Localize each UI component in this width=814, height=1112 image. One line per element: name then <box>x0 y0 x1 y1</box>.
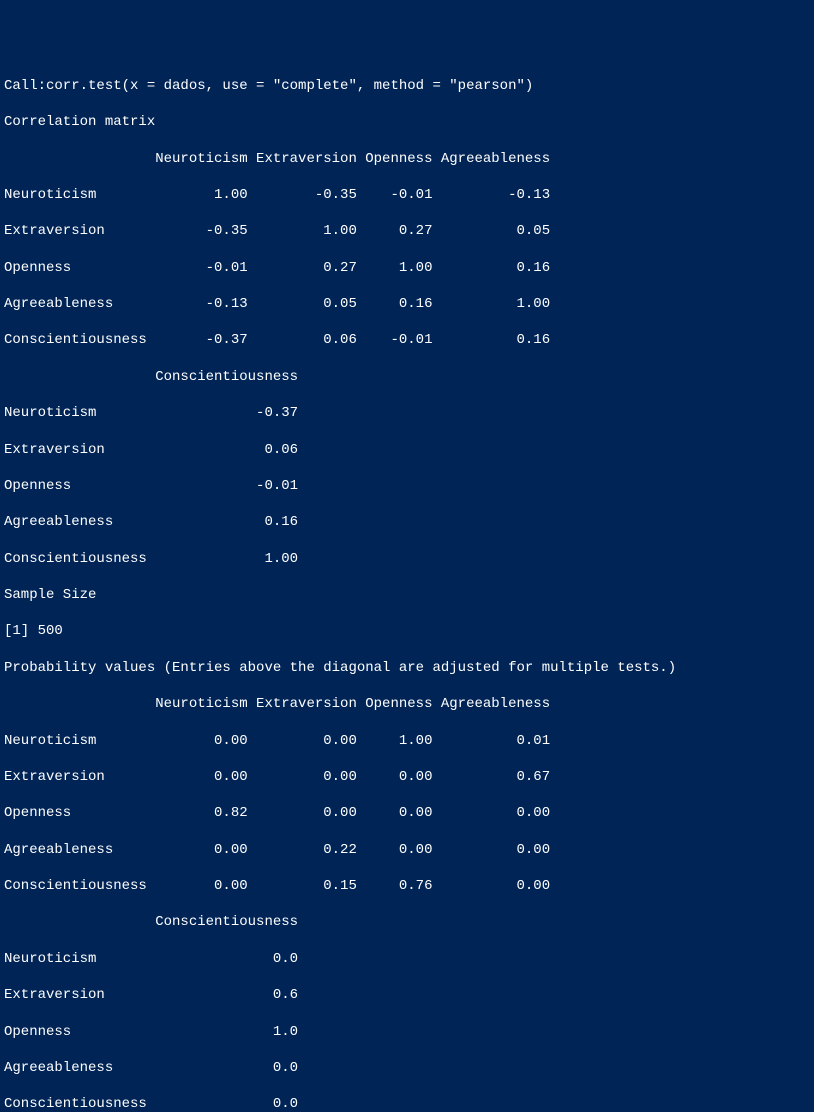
corr-row: Neuroticism 1.00 -0.35 -0.01 -0.13 <box>4 186 810 204</box>
prob-row: Openness 1.0 <box>4 1023 810 1041</box>
corr-header-1: Neuroticism Extraversion Openness Agreea… <box>4 150 810 168</box>
corr-row: Openness -0.01 <box>4 477 810 495</box>
prob-row: Agreeableness 0.00 0.22 0.00 0.00 <box>4 841 810 859</box>
corr-row: Neuroticism -0.37 <box>4 404 810 422</box>
corr-header-2: Conscientiousness <box>4 368 810 386</box>
corr-row: Extraversion -0.35 1.00 0.27 0.05 <box>4 222 810 240</box>
call-line: Call:corr.test(x = dados, use = "complet… <box>4 77 810 95</box>
corr-row: Conscientiousness -0.37 0.06 -0.01 0.16 <box>4 331 810 349</box>
prob-row: Agreeableness 0.0 <box>4 1059 810 1077</box>
prob-row: Neuroticism 0.00 0.00 1.00 0.01 <box>4 732 810 750</box>
prob-header-2: Conscientiousness <box>4 913 810 931</box>
sample-size-label: Sample Size <box>4 586 810 604</box>
corr-row: Openness -0.01 0.27 1.00 0.16 <box>4 259 810 277</box>
corr-row: Agreeableness 0.16 <box>4 513 810 531</box>
corr-row: Conscientiousness 1.00 <box>4 550 810 568</box>
prob-row: Neuroticism 0.0 <box>4 950 810 968</box>
prob-row: Openness 0.82 0.00 0.00 0.00 <box>4 804 810 822</box>
prob-row: Extraversion 0.00 0.00 0.00 0.67 <box>4 768 810 786</box>
prob-row: Extraversion 0.6 <box>4 986 810 1004</box>
prob-title: Probability values (Entries above the di… <box>4 659 810 677</box>
sample-size-value: [1] 500 <box>4 622 810 640</box>
corr-row: Agreeableness -0.13 0.05 0.16 1.00 <box>4 295 810 313</box>
corr-row: Extraversion 0.06 <box>4 441 810 459</box>
prob-row: Conscientiousness 0.0 <box>4 1095 810 1112</box>
prob-header-1: Neuroticism Extraversion Openness Agreea… <box>4 695 810 713</box>
corr-matrix-title: Correlation matrix <box>4 113 810 131</box>
prob-row: Conscientiousness 0.00 0.15 0.76 0.00 <box>4 877 810 895</box>
